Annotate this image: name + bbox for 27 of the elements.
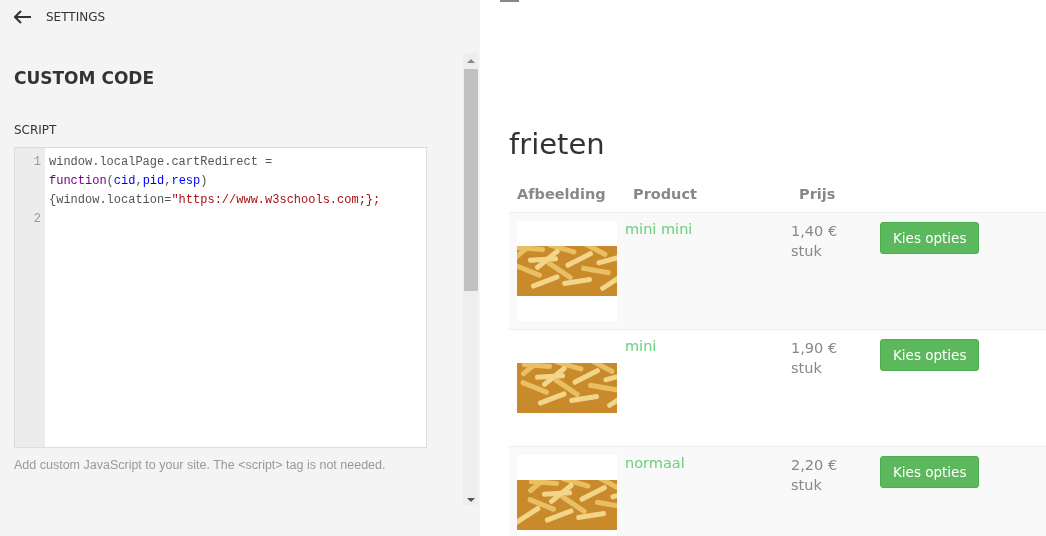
line-number: 2 [32,211,41,228]
price-text: 1,40 € [791,222,839,241]
scrollbar[interactable] [463,53,478,505]
code-editor[interactable]: 1 2 window.localPage.cartRedirect = function(cid,pid,resp) {window.location="https://www.w3schools.com;}; [14,147,427,448]
line-number: 1 [32,154,41,171]
column-header: Product [633,186,698,202]
code-line: window.localPage.cartRedirect = function(cid,pid,resp) {window.location="https://www.w3schools.com;}; [49,154,382,209]
column-header: Prijs [799,186,837,202]
unit-text: stuk [791,476,823,495]
choose-options-button[interactable]: Kies opties [880,339,980,371]
price-text: 2,20 € [791,456,839,475]
choose-options-button[interactable]: Kies opties [880,222,980,254]
section-title: CUSTOM CODE [14,68,156,88]
product-link[interactable]: normaal [625,455,685,471]
product-link[interactable]: mini [625,338,657,354]
back-label[interactable]: SETTINGS [46,10,106,24]
column-header: Afbeelding [516,186,607,202]
back-arrow-icon[interactable] [14,10,32,24]
field-label: SCRIPT [14,123,58,137]
help-text: Add custom JavaScript to your site. The <script> tag is not needed. [14,458,387,472]
category-heading: frieten [509,126,606,163]
product-link[interactable]: mini mini [625,221,693,237]
price-text: 1,90 € [791,339,839,358]
unit-text: stuk [791,242,823,261]
line-icon [500,0,519,2]
unit-text: stuk [791,359,823,378]
choose-options-button[interactable]: Kies opties [880,456,980,488]
